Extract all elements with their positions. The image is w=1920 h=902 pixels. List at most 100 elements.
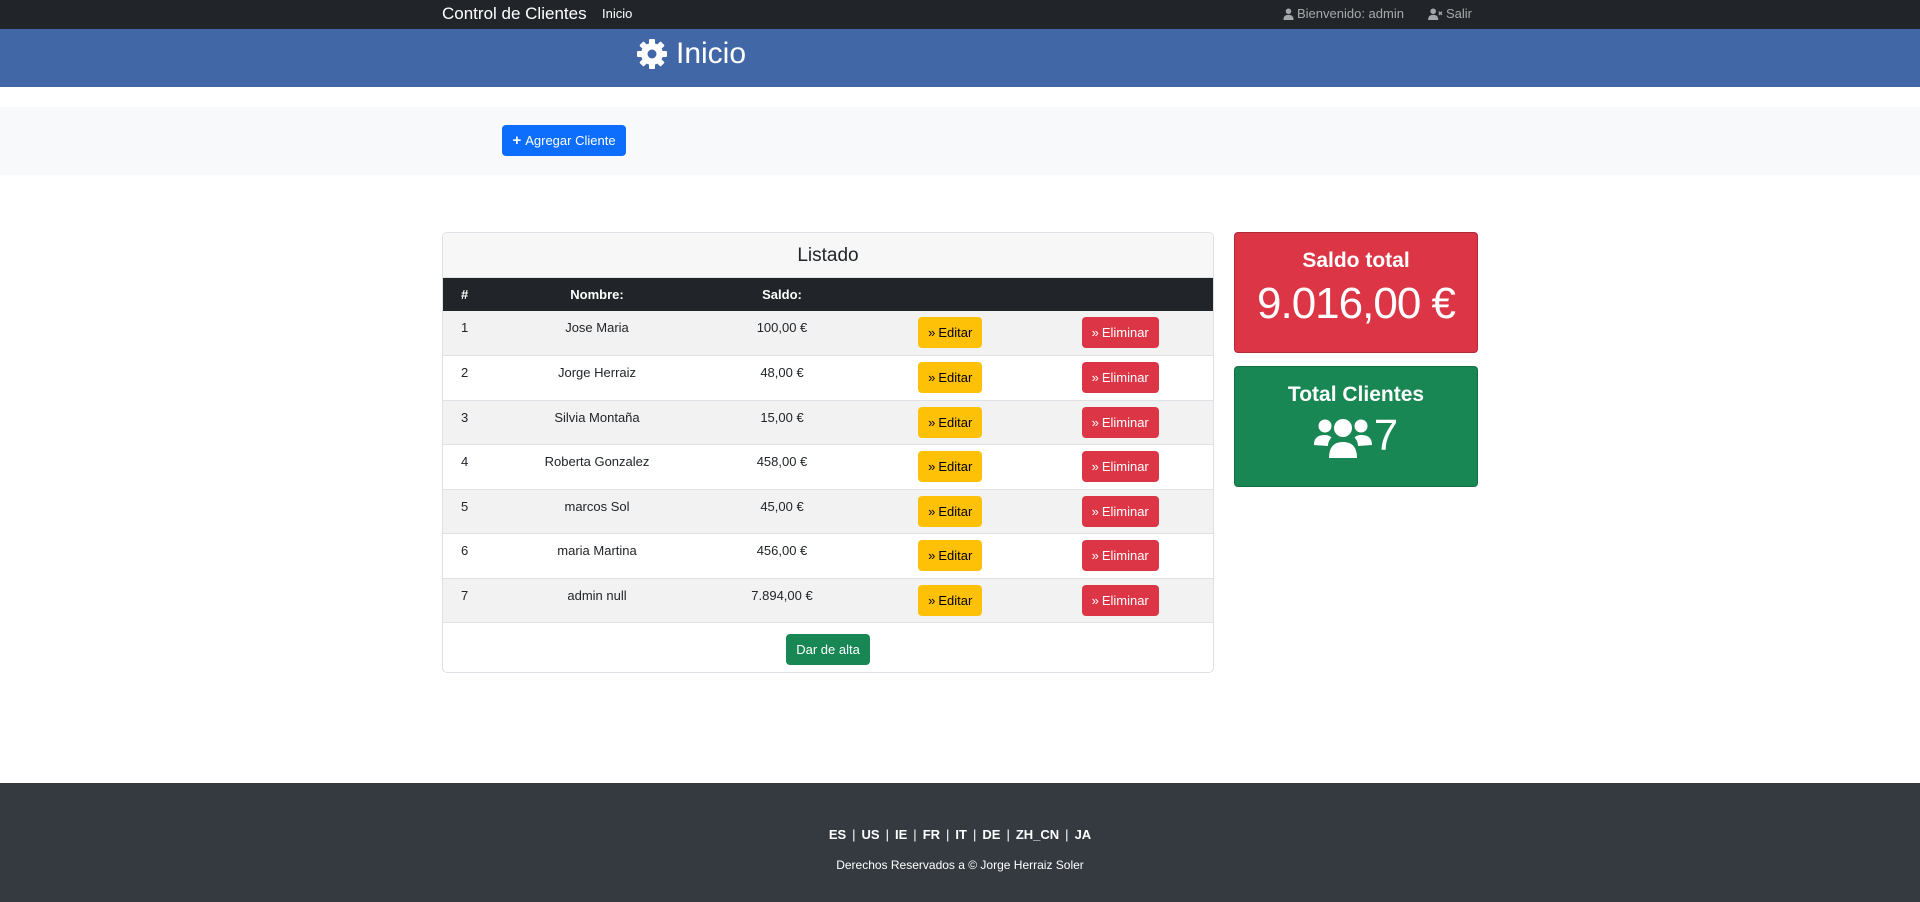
saldo-total-title: Saldo total [1302, 249, 1410, 272]
double-chevron-right-icon: » [928, 548, 936, 563]
row-id: 4 [461, 454, 469, 469]
separator: | [852, 827, 856, 842]
edit-button[interactable]: » Editar [918, 362, 983, 393]
delete-label: Eliminar [1101, 459, 1149, 474]
row-saldo: 458,00 € [756, 454, 808, 469]
row-id: 5 [461, 498, 469, 514]
edit-button[interactable]: » Editar [918, 495, 983, 527]
delete-button[interactable]: » Eliminar [1081, 362, 1159, 393]
total-clientes-card: Total Clientes 7 [1234, 366, 1478, 487]
table-row: 5 marcos Sol 45,00 € » Editar » Eliminar [443, 489, 1213, 534]
user-remove-icon [1428, 7, 1443, 20]
dar-de-alta-button[interactable]: Dar de alta [786, 634, 870, 665]
edit-button[interactable]: » Editar [918, 317, 983, 348]
lang-link-it[interactable]: IT [955, 827, 967, 842]
delete-button[interactable]: » Eliminar [1081, 540, 1159, 571]
brand-link[interactable]: Control de Clientes [442, 4, 587, 24]
page-footer: ES | US | IE | FR | IT | DE | ZH_CN | JA Derechos Rese… [0, 783, 1920, 902]
edit-label: Editar [938, 503, 973, 519]
separator: | [885, 827, 889, 842]
lang-link-us[interactable]: US [862, 827, 880, 842]
delete-button[interactable]: » Eliminar [1081, 495, 1159, 527]
nav-inicio-link[interactable]: Inicio [602, 6, 632, 21]
row-saldo: 7.894,00 € [751, 587, 813, 603]
lang-link-fr[interactable]: FR [923, 827, 940, 842]
client-table: # Nombre: Saldo: 1 Jose Maria 100,00 € »… [443, 278, 1213, 623]
edit-label: Editar [938, 414, 973, 430]
delete-label: Eliminar [1101, 370, 1149, 385]
row-id: 1 [461, 320, 469, 335]
delete-label: Eliminar [1101, 414, 1149, 430]
total-clientes-title: Total Clientes [1287, 383, 1425, 406]
double-chevron-right-icon: » [928, 503, 936, 519]
gear-icon [637, 39, 667, 69]
copyright-text: Derechos Reservados a © Jorge Herraiz So… [836, 858, 1084, 872]
column-header-edit [873, 278, 1027, 311]
row-name: Jorge Herraiz [557, 365, 637, 380]
double-chevron-right-icon: » [928, 459, 936, 474]
lang-link-es[interactable]: ES [829, 827, 846, 842]
table-row: 7 admin null 7.894,00 € » Editar » Elimina… [443, 578, 1213, 623]
row-saldo: 48,00 € [760, 365, 804, 380]
delete-label: Eliminar [1101, 325, 1149, 340]
edit-label: Editar [938, 459, 973, 474]
row-saldo: 45,00 € [760, 498, 804, 514]
delete-button[interactable]: » Eliminar [1081, 584, 1159, 616]
card-title: Listado [443, 233, 1213, 278]
delete-button[interactable]: » Eliminar [1081, 317, 1159, 348]
double-chevron-right-icon: » [1091, 503, 1099, 519]
separator: | [1065, 827, 1069, 842]
edit-button[interactable]: » Editar [918, 540, 983, 571]
action-bar: + Agregar Cliente [0, 107, 1920, 175]
double-chevron-right-icon: » [928, 592, 936, 608]
edit-label: Editar [938, 370, 973, 385]
separator: | [1006, 827, 1010, 842]
row-name: marcos Sol [564, 498, 630, 514]
double-chevron-right-icon: » [1091, 370, 1099, 385]
user-icon [1283, 8, 1294, 20]
row-id: 2 [461, 365, 469, 380]
total-clientes-value: 7 [1373, 411, 1399, 460]
add-client-button[interactable]: + Agregar Cliente [502, 125, 626, 156]
column-header-saldo: Saldo: [762, 287, 802, 302]
page-header: Inicio [0, 29, 1920, 87]
plus-icon: + [512, 132, 522, 149]
delete-button[interactable]: » Eliminar [1081, 406, 1159, 438]
welcome-user[interactable]: Bienvenido: admin [1283, 6, 1404, 21]
double-chevron-right-icon: » [928, 414, 936, 430]
separator: | [972, 827, 977, 842]
add-client-label: Agregar Cliente [525, 133, 616, 148]
delete-label: Eliminar [1101, 503, 1149, 519]
row-name: Roberta Gonzalez [544, 454, 650, 469]
column-header-name: Nombre: [570, 287, 624, 302]
row-saldo: 15,00 € [760, 409, 804, 425]
edit-label: Editar [938, 325, 973, 340]
double-chevron-right-icon: » [1091, 459, 1099, 474]
double-chevron-right-icon: » [1091, 325, 1099, 340]
row-id: 7 [461, 587, 469, 603]
edit-button[interactable]: » Editar [918, 451, 983, 482]
lang-link-de[interactable]: DE [982, 827, 1000, 842]
page-title-text: Inicio [676, 37, 747, 70]
table-row: 3 Silvia Montaña 15,00 € » Editar » Elimin… [443, 400, 1213, 445]
row-name: Jose Maria [565, 320, 629, 335]
table-row: 4 Roberta Gonzalez 458,00 € » Editar » Eli… [443, 445, 1213, 489]
column-header-delete [1027, 278, 1213, 311]
edit-button[interactable]: » Editar [918, 584, 983, 616]
lang-link-zh-cn[interactable]: ZH_CN [1016, 827, 1059, 842]
lang-link-ie[interactable]: IE [895, 827, 907, 842]
edit-button[interactable]: » Editar [918, 406, 983, 438]
separator: | [946, 827, 950, 842]
saldo-total-card: Saldo total 9.016,00 € [1234, 232, 1478, 353]
column-header-number: # [461, 287, 469, 302]
edit-label: Editar [938, 548, 973, 563]
delete-label: Eliminar [1101, 548, 1149, 563]
logout-link[interactable]: Salir [1428, 6, 1472, 21]
lang-link-ja[interactable]: JA [1075, 827, 1092, 842]
delete-button[interactable]: » Eliminar [1081, 451, 1159, 482]
row-name: Silvia Montaña [554, 409, 640, 425]
double-chevron-right-icon: » [1091, 548, 1099, 563]
row-saldo: 100,00 € [756, 320, 808, 335]
table-row: 2 Jorge Herraiz 48,00 € » Editar » Elimina… [443, 356, 1213, 400]
saldo-total-value: 9.016,00 € [1257, 279, 1456, 328]
